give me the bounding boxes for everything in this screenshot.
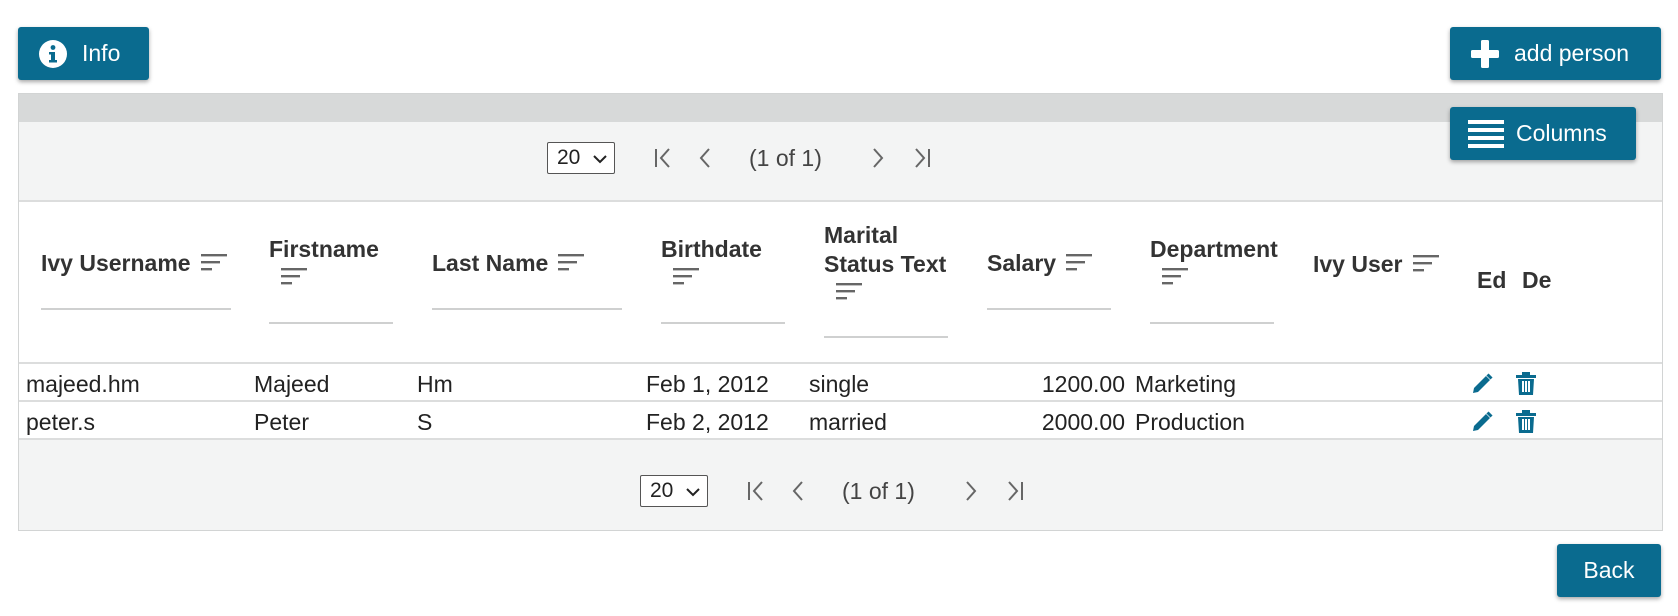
page-last-icon[interactable]: [906, 143, 936, 173]
bars-icon: [1468, 119, 1504, 149]
table-row: majeed.hm Majeed Hm Feb 1, 2012 single 1…: [19, 364, 1662, 402]
chevron-down-icon: [686, 479, 700, 503]
column-label: Salary: [987, 250, 1057, 276]
sort-icon[interactable]: [836, 279, 946, 308]
trash-icon[interactable]: [1513, 409, 1539, 435]
column-header-firstname[interactable]: Firstname: [269, 235, 379, 293]
column-header-ivy-username[interactable]: Ivy Username: [41, 249, 227, 279]
column-label: Birthdate: [661, 236, 762, 262]
filter-input-marital-status[interactable]: [824, 336, 948, 338]
add-person-label: add person: [1514, 40, 1630, 66]
info-button[interactable]: Info: [18, 27, 149, 80]
column-header-department[interactable]: Department: [1150, 235, 1278, 293]
sort-icon[interactable]: [1162, 264, 1278, 293]
back-label: Back: [1583, 557, 1635, 583]
cell-department: Marketing: [1135, 371, 1236, 397]
column-header-ivy-user[interactable]: Ivy User: [1313, 250, 1439, 280]
column-label-line1: Marital: [824, 222, 899, 248]
table-caption-strip: [19, 94, 1662, 122]
column-label: Last Name: [432, 250, 549, 276]
plus-icon: [1470, 39, 1500, 69]
columns-toggle-button[interactable]: Columns: [1450, 107, 1636, 160]
filter-input-birthdate[interactable]: [661, 322, 785, 324]
cell-firstname: Peter: [254, 409, 309, 435]
cell-marital-status: married: [809, 409, 887, 435]
column-header-marital-status[interactable]: Marital Status Text: [824, 221, 946, 308]
cell-birthdate: Feb 2, 2012: [646, 409, 769, 435]
column-header-edit: Ed: [1477, 266, 1506, 295]
column-label: De: [1522, 267, 1552, 293]
page-report: (1 of 1): [749, 144, 822, 171]
page-last-icon[interactable]: [999, 476, 1029, 506]
column-header-birthdate[interactable]: Birthdate: [661, 235, 762, 293]
table-row: peter.s Peter S Feb 2, 2012 married 2000…: [19, 402, 1662, 440]
filter-input-department[interactable]: [1150, 322, 1274, 324]
chevron-down-icon: [593, 146, 607, 170]
back-button[interactable]: Back: [1557, 544, 1661, 597]
column-label: Ivy Username: [41, 250, 191, 276]
sort-icon[interactable]: [1066, 250, 1093, 279]
cell-username: majeed.hm: [26, 371, 140, 397]
page-prev-icon[interactable]: [784, 476, 814, 506]
columns-label: Columns: [1516, 120, 1607, 146]
page-first-icon[interactable]: [649, 143, 679, 173]
column-label-line2: Status Text: [824, 251, 947, 277]
cell-firstname: Majeed: [254, 371, 330, 397]
rows-per-page-select[interactable]: 20: [547, 142, 615, 174]
cell-salary: 2000.00: [1041, 409, 1125, 435]
rows-per-page-select[interactable]: 20: [640, 475, 708, 507]
filter-input-ivy-username[interactable]: [41, 308, 231, 310]
filter-input-last-name[interactable]: [432, 308, 622, 310]
paginator-top: 20 (1 of 1): [547, 141, 936, 175]
cell-last-name: Hm: [417, 371, 453, 397]
sort-icon[interactable]: [200, 250, 227, 279]
column-label: Ivy User: [1313, 251, 1403, 277]
info-label: Info: [82, 40, 121, 66]
paginator-bottom: 20 (1 of 1): [640, 474, 1029, 508]
column-label: Department: [1150, 236, 1278, 262]
page-report: (1 of 1): [842, 477, 915, 504]
cell-birthdate: Feb 1, 2012: [646, 371, 769, 397]
rows-per-page-value: 20: [557, 146, 581, 169]
page-next-icon[interactable]: [862, 143, 892, 173]
sort-icon[interactable]: [1412, 251, 1439, 280]
column-header-delete: De: [1522, 266, 1551, 295]
add-person-button[interactable]: add person: [1450, 27, 1661, 80]
column-header-salary[interactable]: Salary: [987, 249, 1093, 279]
filter-input-firstname[interactable]: [269, 322, 393, 324]
sort-icon[interactable]: [558, 250, 585, 279]
cell-last-name: S: [417, 409, 433, 435]
trash-icon[interactable]: [1513, 371, 1539, 397]
column-label: Ed: [1477, 267, 1507, 293]
rows-per-page-value: 20: [650, 479, 674, 502]
table-header: Ivy Username Firstname Last Name Birthda…: [19, 200, 1662, 364]
sort-icon[interactable]: [281, 264, 379, 293]
column-header-last-name[interactable]: Last Name: [432, 249, 585, 279]
cell-marital-status: single: [809, 371, 870, 397]
page-prev-icon[interactable]: [691, 143, 721, 173]
person-table: 20 (1 of 1) Ivy Username Firstname Last …: [18, 93, 1663, 531]
pencil-icon[interactable]: [1469, 371, 1495, 397]
page-first-icon[interactable]: [742, 476, 772, 506]
cell-department: Production: [1135, 409, 1245, 435]
cell-salary: 1200.00: [1041, 371, 1125, 397]
filter-input-salary[interactable]: [987, 308, 1111, 310]
cell-username: peter.s: [26, 409, 96, 435]
pencil-icon[interactable]: [1469, 409, 1495, 435]
column-label: Firstname: [269, 236, 379, 262]
sort-icon[interactable]: [673, 264, 762, 293]
page-next-icon[interactable]: [955, 476, 985, 506]
info-circle-icon: [38, 39, 68, 69]
